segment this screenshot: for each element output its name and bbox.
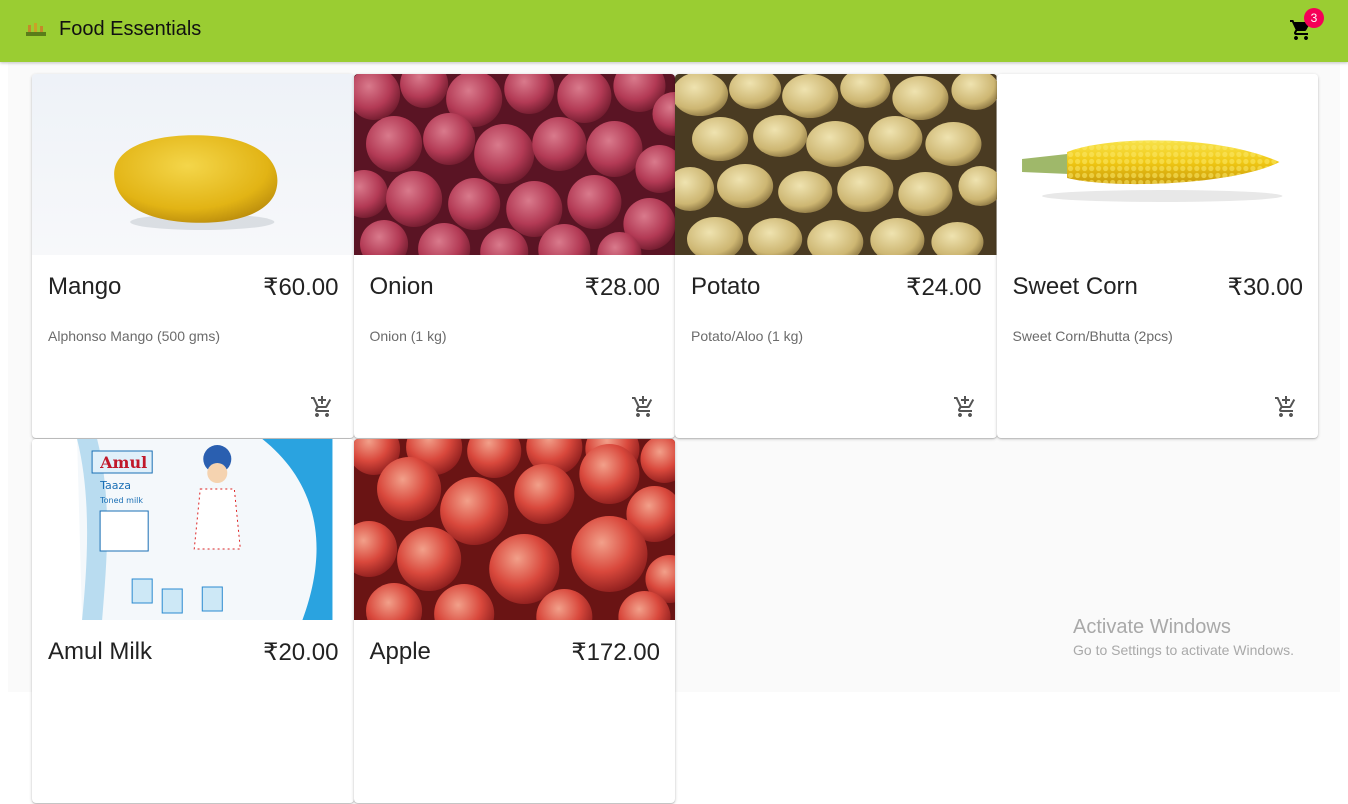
product-card-amul-milk: Amul Taaza Toned milk Amul Milk ₹20.00	[32, 439, 354, 803]
product-image-potato	[675, 74, 997, 255]
product-card-potato: Potato ₹24.00 Potato/Aloo (1 kg)	[675, 74, 997, 438]
product-price: ₹60.00	[263, 274, 339, 301]
milk-brand-label: Amul	[99, 453, 147, 472]
product-card-onion: Onion ₹28.00 Onion (1 kg)	[353, 74, 675, 438]
product-description: Onion (1 kg)	[369, 328, 447, 344]
product-image-apple	[353, 439, 675, 620]
product-price: ₹28.00	[584, 274, 660, 301]
add-shopping-cart-icon	[310, 396, 331, 417]
product-card-apple: Apple ₹172.00	[353, 439, 675, 803]
product-name: Potato	[691, 273, 761, 300]
product-name: Sweet Corn	[1012, 273, 1138, 300]
product-area: Mango ₹60.00 Alphonso Mango (500 gms) On…	[8, 63, 1340, 803]
product-image-onion	[353, 74, 675, 255]
add-to-cart-button[interactable]	[1274, 395, 1298, 419]
add-shopping-cart-icon	[632, 396, 653, 417]
product-image-amul-milk: Amul Taaza Toned milk	[32, 439, 354, 620]
add-to-cart-button[interactable]	[310, 395, 334, 419]
activation-watermark-subtitle: Go to Settings to activate Windows.	[1073, 642, 1294, 658]
activation-watermark-title: Activate Windows	[1073, 616, 1231, 638]
product-card-sweet-corn: Sweet Corn ₹30.00 Sweet Corn/Bhutta (2pc…	[996, 74, 1318, 438]
product-name: Mango	[48, 273, 122, 300]
app-bar: Food Essentials 3	[0, 0, 1348, 62]
product-description: Sweet Corn/Bhutta (2pcs)	[1012, 328, 1173, 344]
product-name: Apple	[369, 638, 431, 665]
app-title: Food Essentials	[59, 18, 202, 40]
product-image-sweet-corn	[996, 74, 1318, 255]
product-description: Potato/Aloo (1 kg)	[691, 328, 804, 344]
cart-button[interactable]: 3	[1283, 8, 1324, 48]
product-image-mango	[32, 74, 354, 255]
milk-line1-label: Taaza	[99, 479, 131, 492]
add-shopping-cart-icon	[953, 396, 974, 417]
product-price: ₹172.00	[571, 639, 660, 666]
product-price: ₹24.00	[906, 274, 982, 301]
product-description: Alphonso Mango (500 gms)	[48, 328, 220, 344]
product-price: ₹30.00	[1227, 274, 1303, 301]
cart-count-badge: 3	[1304, 8, 1324, 28]
product-price: ₹20.00	[263, 639, 339, 666]
add-shopping-cart-icon	[1275, 396, 1296, 417]
milk-line2-label: Toned milk	[99, 496, 143, 505]
store-logo-icon	[26, 23, 46, 36]
product-grid: Mango ₹60.00 Alphonso Mango (500 gms) On…	[32, 74, 1318, 804]
product-card-mango: Mango ₹60.00 Alphonso Mango (500 gms)	[32, 74, 354, 438]
product-name: Amul Milk	[48, 638, 153, 665]
add-to-cart-button[interactable]	[631, 395, 655, 419]
add-to-cart-button[interactable]	[953, 395, 977, 419]
product-name: Onion	[369, 273, 434, 300]
